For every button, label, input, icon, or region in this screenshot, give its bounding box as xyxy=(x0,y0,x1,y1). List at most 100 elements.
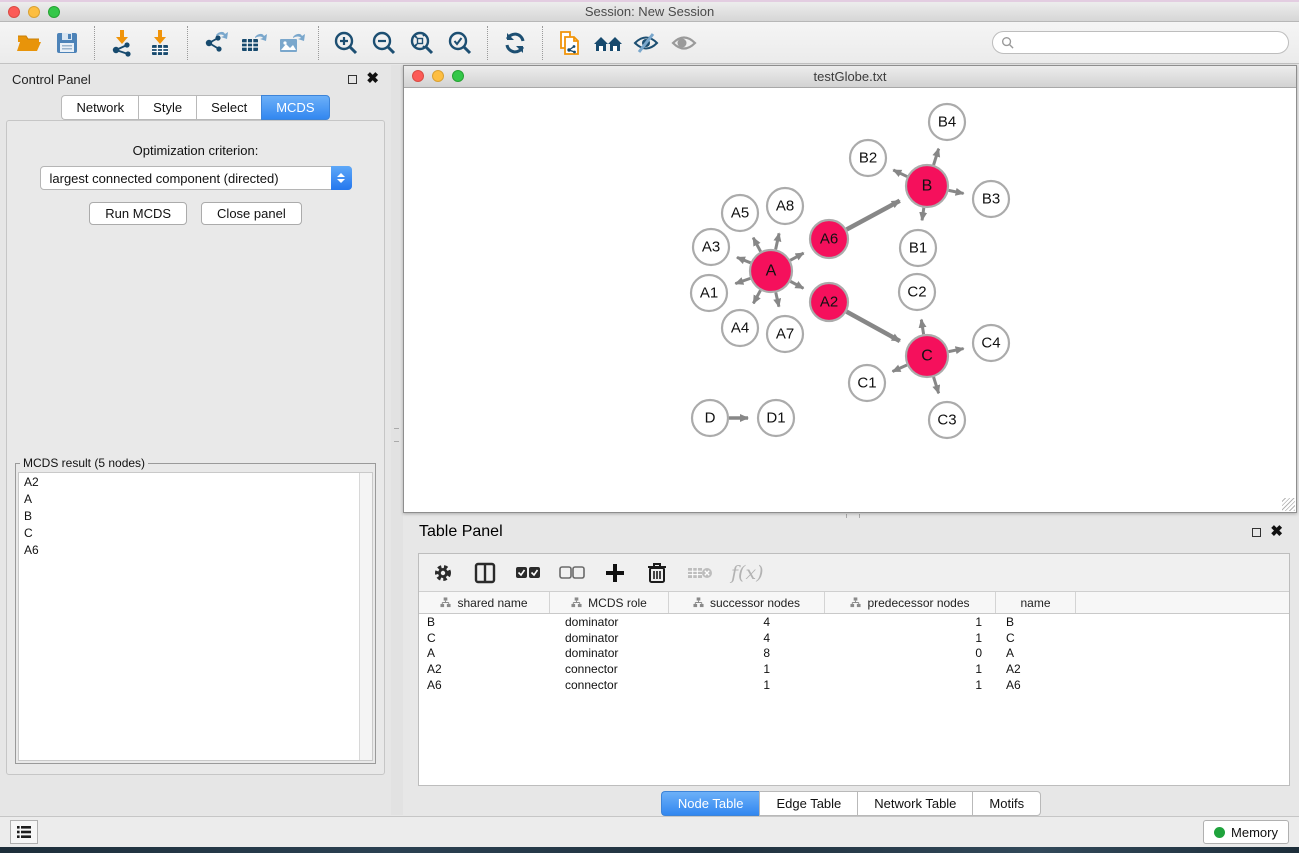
graph-node-A7[interactable]: A7 xyxy=(767,316,803,352)
graph-edge-C-C1[interactable] xyxy=(893,365,907,371)
float-panel-icon[interactable] xyxy=(348,75,357,84)
network-canvas[interactable]: B4B2BB3A5A8A6B1A3AC2A1A2A4A7C4CC1C3DD1 xyxy=(404,88,1296,512)
mcds-result-item[interactable]: A6 xyxy=(19,541,372,558)
column-header-MCDS-role[interactable]: MCDS role xyxy=(550,592,669,613)
tab-style[interactable]: Style xyxy=(138,95,196,120)
mcds-result-item[interactable]: C xyxy=(19,524,372,541)
graph-edge-B-B3[interactable] xyxy=(949,190,964,193)
hide-eye-icon[interactable] xyxy=(629,26,663,60)
gear-icon[interactable] xyxy=(431,560,455,586)
close-network-window-button[interactable] xyxy=(412,70,424,82)
graph-edge-B-B4[interactable] xyxy=(934,149,939,165)
graph-edge-C-C3[interactable] xyxy=(934,377,939,393)
run-mcds-button[interactable]: Run MCDS xyxy=(89,202,187,225)
graph-node-A1[interactable]: A1 xyxy=(691,275,727,311)
import-table-icon[interactable] xyxy=(143,26,177,60)
task-history-button[interactable] xyxy=(10,820,38,844)
tab-network[interactable]: Network xyxy=(61,95,138,120)
memory-button[interactable]: Memory xyxy=(1203,820,1289,844)
graph-node-B4[interactable]: B4 xyxy=(929,104,965,140)
table-row[interactable]: A6connector11A6 xyxy=(419,677,1289,693)
graph-edge-B-B2[interactable] xyxy=(893,170,907,177)
graph-edge-A-A5[interactable] xyxy=(753,238,760,252)
graph-node-B[interactable]: B xyxy=(906,165,948,207)
criterion-dropdown[interactable]: largest connected component (directed) xyxy=(40,166,352,190)
tab-select[interactable]: Select xyxy=(196,95,261,120)
graph-edge-A-A7[interactable] xyxy=(776,292,779,306)
tab-node-table[interactable]: Node Table xyxy=(661,791,760,816)
table-row[interactable]: Adominator80A xyxy=(419,645,1289,661)
graph-edge-C-C2[interactable] xyxy=(921,320,923,335)
zoom-out-icon[interactable] xyxy=(367,26,401,60)
graph-node-A3[interactable]: A3 xyxy=(693,229,729,265)
graph-edge-B-B1[interactable] xyxy=(922,208,924,221)
duplicate-network-icon[interactable] xyxy=(553,26,587,60)
zoom-selected-icon[interactable] xyxy=(443,26,477,60)
graph-node-C3[interactable]: C3 xyxy=(929,402,965,438)
graph-node-B1[interactable]: B1 xyxy=(900,230,936,266)
export-image-icon[interactable] xyxy=(274,26,308,60)
graph-edge-A2-C[interactable] xyxy=(847,312,900,341)
tab-edge-table[interactable]: Edge Table xyxy=(759,791,857,816)
graph-edge-C-C4[interactable] xyxy=(949,349,964,352)
result-scrollbar[interactable] xyxy=(359,473,372,760)
mcds-result-item[interactable]: A xyxy=(19,490,372,507)
open-session-icon[interactable] xyxy=(12,26,46,60)
column-header-successor-nodes[interactable]: successor nodes xyxy=(669,592,825,613)
split-columns-icon[interactable] xyxy=(473,560,497,586)
add-column-icon[interactable] xyxy=(603,560,627,586)
toolbar-search[interactable] xyxy=(992,31,1289,54)
graph-edge-A-A8[interactable] xyxy=(776,233,779,249)
graph-node-A2[interactable]: A2 xyxy=(810,283,848,321)
graph-node-B3[interactable]: B3 xyxy=(973,181,1009,217)
minimize-network-window-button[interactable] xyxy=(432,70,444,82)
graph-node-C1[interactable]: C1 xyxy=(849,365,885,401)
tab-motifs[interactable]: Motifs xyxy=(972,791,1041,816)
zoom-network-window-button[interactable] xyxy=(452,70,464,82)
table-row[interactable]: Cdominator41C xyxy=(419,630,1289,646)
close-panel-icon[interactable]: ✖ xyxy=(366,74,379,84)
column-header-shared-name[interactable]: shared name xyxy=(419,592,550,613)
graph-node-C4[interactable]: C4 xyxy=(973,325,1009,361)
graph-edge-A-A2[interactable] xyxy=(790,281,803,288)
mcds-result-list[interactable]: A2ABCA6 xyxy=(18,472,373,761)
home-layout-icon[interactable] xyxy=(591,26,625,60)
mcds-result-item[interactable]: A2 xyxy=(19,473,372,490)
table-row[interactable]: A2connector11A2 xyxy=(419,661,1289,677)
tab-network-table[interactable]: Network Table xyxy=(857,791,972,816)
graph-node-A6[interactable]: A6 xyxy=(810,220,848,258)
graph-node-C2[interactable]: C2 xyxy=(899,274,935,310)
graph-edge-A6-B[interactable] xyxy=(847,201,900,230)
select-all-checks-icon[interactable] xyxy=(515,560,541,586)
graph-node-D1[interactable]: D1 xyxy=(758,400,794,436)
table-row[interactable]: Bdominator41B xyxy=(419,614,1289,630)
graph-edge-A-A3[interactable] xyxy=(737,257,751,262)
export-network-icon[interactable] xyxy=(198,26,232,60)
zoom-in-icon[interactable] xyxy=(329,26,363,60)
column-header-name[interactable]: name xyxy=(996,592,1076,613)
graph-edge-A-A1[interactable] xyxy=(735,278,750,283)
export-table-icon[interactable] xyxy=(236,26,270,60)
zoom-window-button[interactable] xyxy=(48,6,60,18)
graph-node-A4[interactable]: A4 xyxy=(722,310,758,346)
graph-node-C[interactable]: C xyxy=(906,335,948,377)
graph-node-D[interactable]: D xyxy=(692,400,728,436)
graph-node-A[interactable]: A xyxy=(750,250,792,292)
close-table-panel-icon[interactable]: ✖ xyxy=(1270,527,1283,537)
deselect-checks-icon[interactable] xyxy=(559,560,585,586)
close-window-button[interactable] xyxy=(8,6,20,18)
network-graph[interactable]: B4B2BB3A5A8A6B1A3AC2A1A2A4A7C4CC1C3DD1 xyxy=(404,88,1296,512)
node-table[interactable]: shared nameMCDS rolesuccessor nodesprede… xyxy=(419,592,1289,692)
show-eye-icon[interactable] xyxy=(667,26,701,60)
search-input[interactable] xyxy=(1019,36,1280,50)
float-table-panel-icon[interactable] xyxy=(1252,528,1261,537)
graph-node-A5[interactable]: A5 xyxy=(722,195,758,231)
window-resize-grip[interactable] xyxy=(1282,498,1295,511)
import-network-icon[interactable] xyxy=(105,26,139,60)
graph-edge-A-A4[interactable] xyxy=(753,290,760,303)
refresh-view-icon[interactable] xyxy=(498,26,532,60)
save-session-icon[interactable] xyxy=(50,26,84,60)
vertical-splitter[interactable] xyxy=(391,65,403,815)
minimize-window-button[interactable] xyxy=(28,6,40,18)
mcds-result-item[interactable]: B xyxy=(19,507,372,524)
